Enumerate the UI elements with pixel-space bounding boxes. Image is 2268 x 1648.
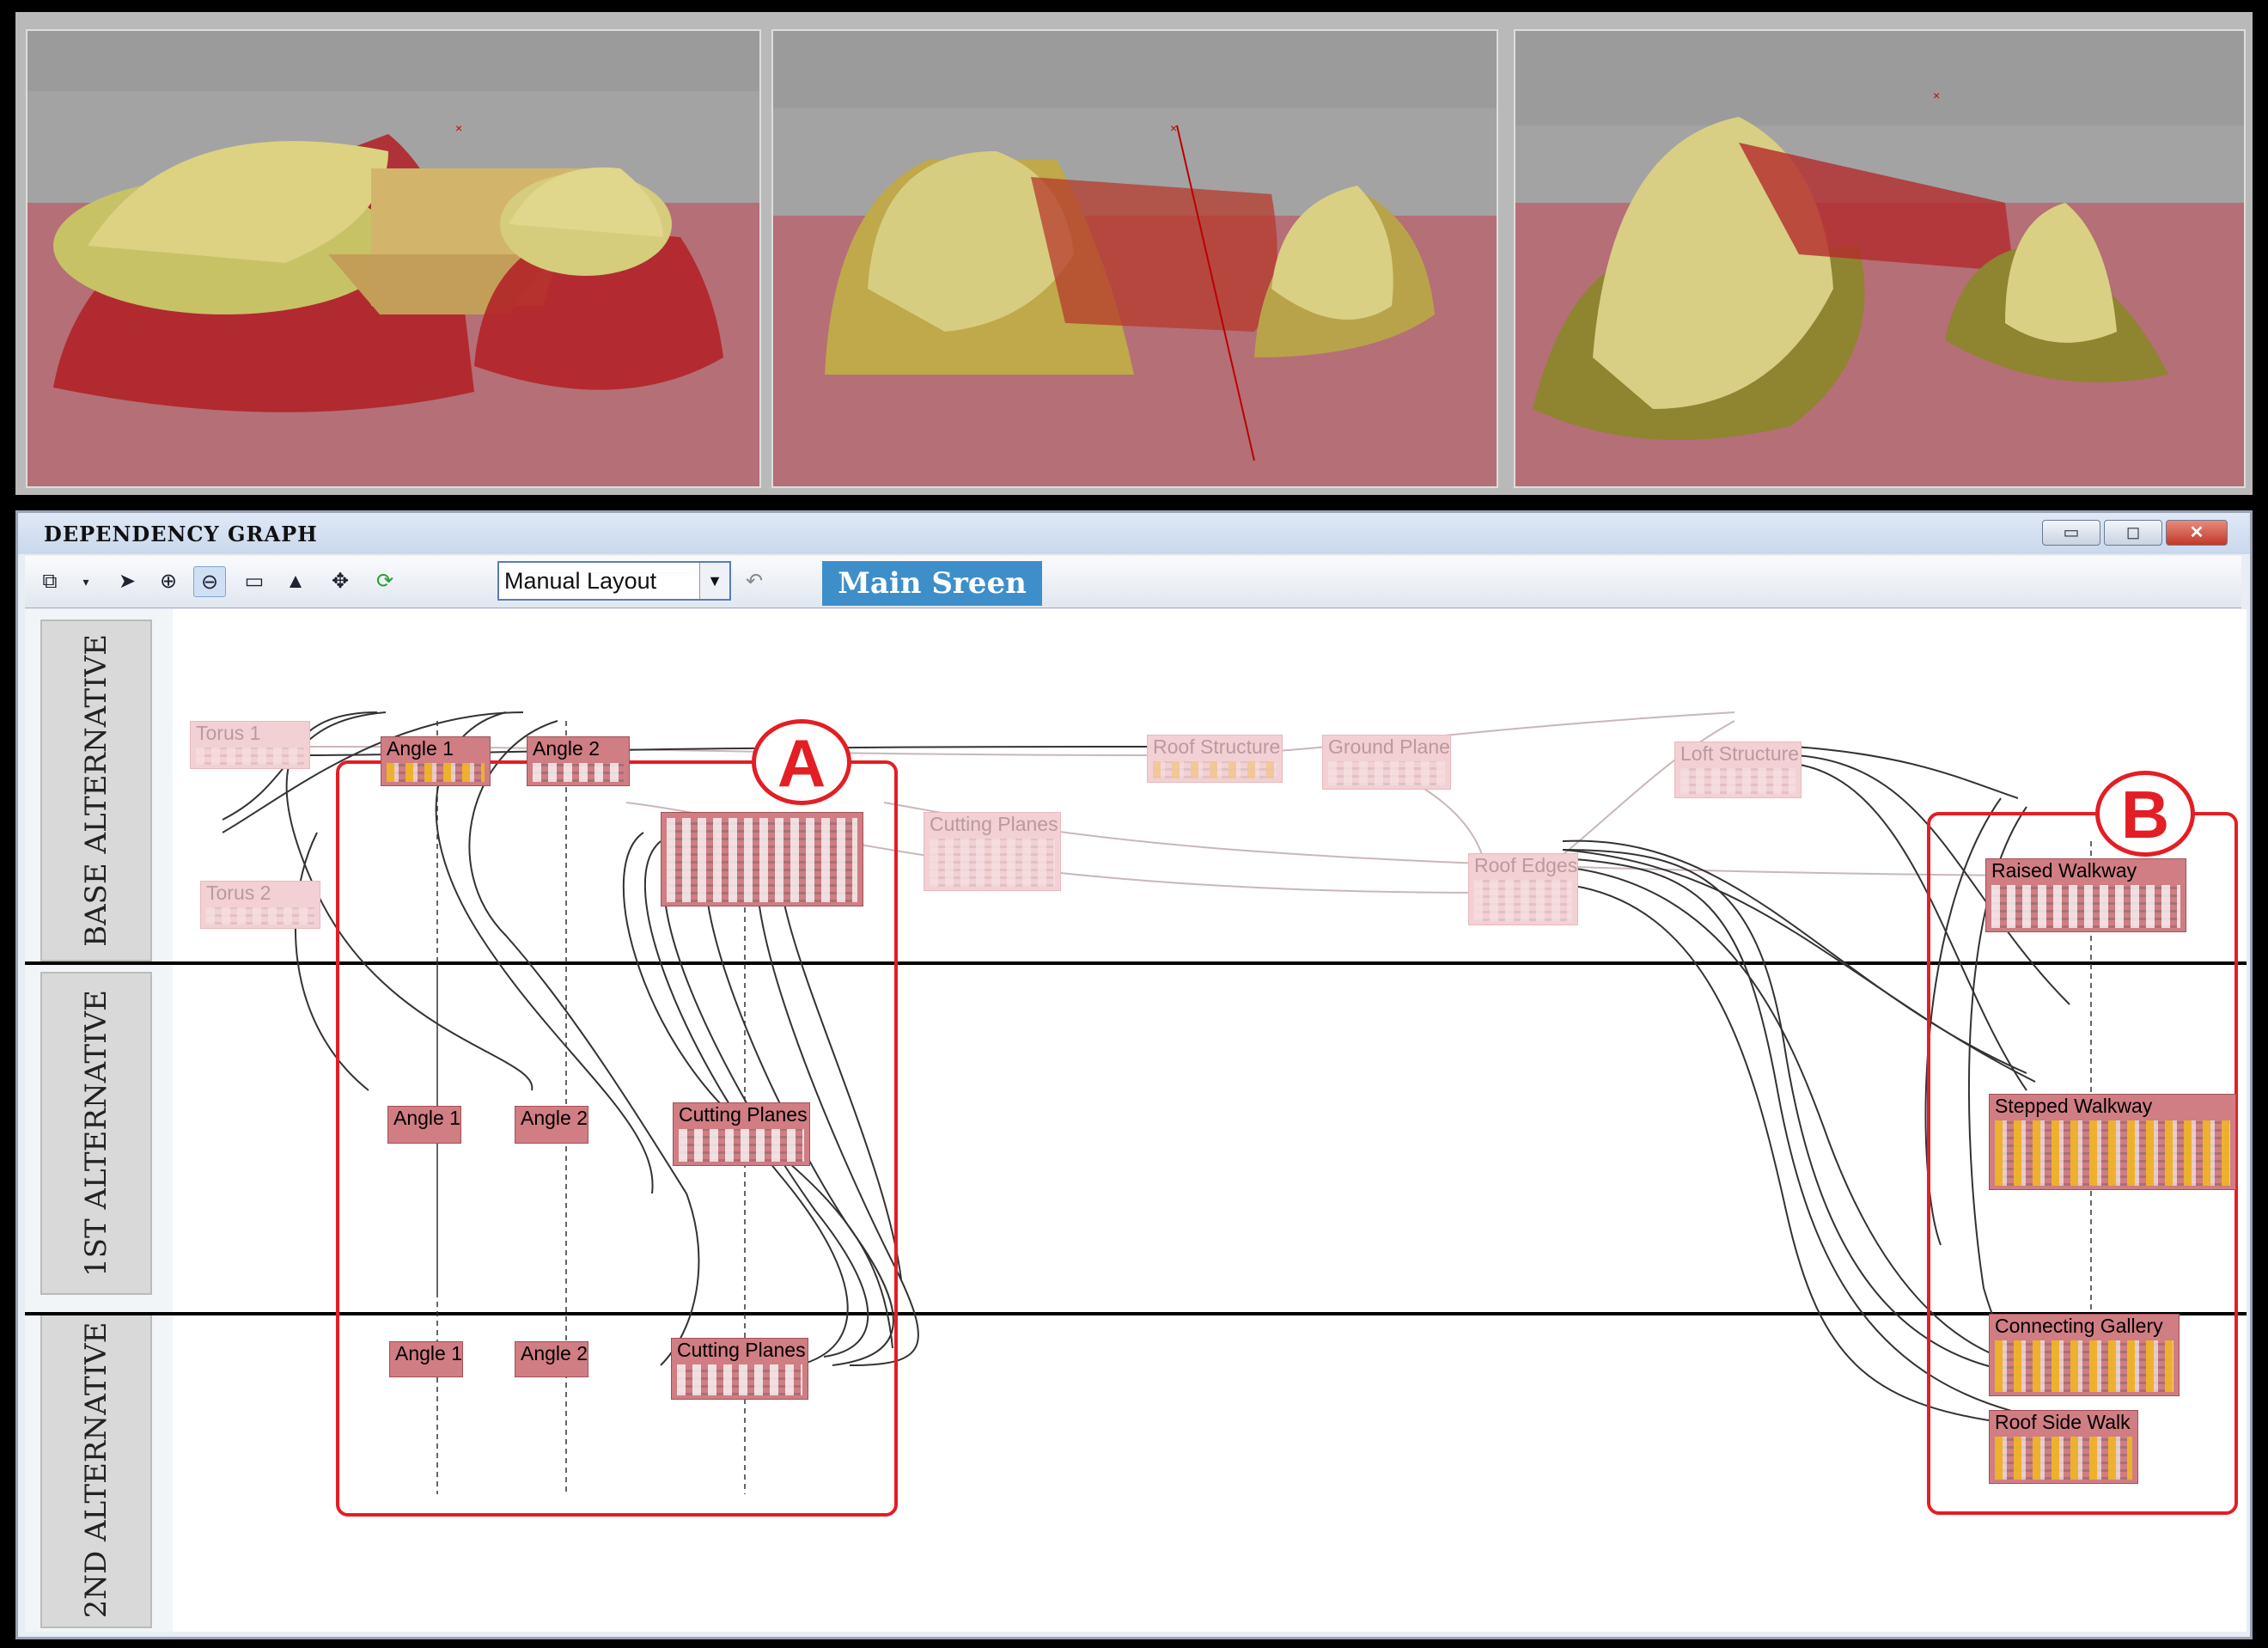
dropdown-chevron-icon[interactable]: ▾ xyxy=(70,566,102,597)
group-b-badge: B xyxy=(2095,771,2195,857)
node-torus-2[interactable]: Torus 2 xyxy=(200,881,320,929)
viewport-second-alternative[interactable]: × xyxy=(1514,29,2246,488)
layout-select-value: Manual Layout xyxy=(504,568,657,594)
svg-text:×: × xyxy=(455,121,462,135)
node-cutting-planes-base[interactable] xyxy=(661,812,863,906)
refresh-icon[interactable]: ⟳ xyxy=(369,566,401,597)
node-angle-1-1st[interactable]: Angle 1 xyxy=(387,1106,461,1144)
zoom-out-icon[interactable]: ⊖ xyxy=(193,566,226,597)
node-cutting-planes-faded[interactable]: Cutting Planes xyxy=(924,812,1061,891)
pointer-icon[interactable]: ➤ xyxy=(111,566,143,597)
node-angle-2-base[interactable]: Angle 2 xyxy=(527,736,630,786)
node-stepped-walkway[interactable]: Stepped Walkway xyxy=(1989,1094,2236,1190)
node-roof-structure[interactable]: Roof Structure xyxy=(1147,735,1283,783)
graph-canvas[interactable]: BASE ALTERNATIVE 1ST ALTERNATIVE 2ND ALT… xyxy=(25,609,2247,1632)
rectangle-icon[interactable]: ▭ xyxy=(238,566,271,597)
svg-text:×: × xyxy=(1933,89,1940,102)
node-roof-edges[interactable]: Roof Edges xyxy=(1468,853,1578,925)
layout-select[interactable]: Manual Layout ▼ xyxy=(497,561,731,601)
close-icon[interactable]: ✕ xyxy=(2166,520,2228,546)
node-angle-1-base[interactable]: Angle 1 xyxy=(381,736,491,786)
node-angle-2-1st[interactable]: Angle 2 xyxy=(515,1106,588,1144)
title-bar[interactable]: DEPENDENCY GRAPH ▭ ◻ ✕ xyxy=(18,513,2250,554)
node-roof-side-walk[interactable]: Roof Side Walk xyxy=(1989,1410,2138,1484)
node-view-icon[interactable]: ⧉ xyxy=(34,566,66,597)
node-ground-plane[interactable]: Ground Plane xyxy=(1322,735,1451,790)
toolbar: ⧉ ▾ ➤ ⊕ ⊖ ▭ ▲ ✥ ⟳ Manual Layout ▼ ↶ Main… xyxy=(25,556,2241,608)
undo-icon[interactable]: ↶ xyxy=(738,566,771,597)
node-torus-1[interactable]: Torus 1 xyxy=(190,721,310,769)
node-raised-walkway[interactable]: Raised Walkway xyxy=(1985,858,2186,932)
svg-text:×: × xyxy=(1170,121,1177,135)
viewport-base-alternative[interactable]: × xyxy=(26,29,761,488)
zoom-in-icon[interactable]: ⊕ xyxy=(152,566,185,597)
node-loft-structure[interactable]: Loft Structure xyxy=(1674,742,1802,798)
image-icon[interactable]: ▲ xyxy=(279,566,312,597)
dependency-graph-window: DEPENDENCY GRAPH ▭ ◻ ✕ ⧉ ▾ ➤ ⊕ ⊖ ▭ ▲ ✥ ⟳… xyxy=(15,510,2253,1639)
node-connecting-gallery[interactable]: Connecting Gallery xyxy=(1989,1314,2180,1396)
chevron-down-icon[interactable]: ▼ xyxy=(699,563,729,599)
network-icon[interactable]: ✥ xyxy=(324,566,357,597)
node-cutting-planes-1st[interactable]: Cutting Planes xyxy=(673,1102,810,1166)
group-a-badge: A xyxy=(752,719,851,805)
node-cutting-planes-2nd[interactable]: Cutting Planes xyxy=(671,1338,808,1400)
node-angle-1-2nd[interactable]: Angle 1 xyxy=(389,1341,463,1377)
restore-icon[interactable]: ◻ xyxy=(2104,520,2162,546)
node-angle-2-2nd[interactable]: Angle 2 xyxy=(515,1341,588,1377)
window-title: DEPENDENCY GRAPH xyxy=(44,522,318,546)
minimize-icon[interactable]: ▭ xyxy=(2042,520,2100,546)
model-viewports: × × × xyxy=(15,12,2253,495)
viewport-first-alternative[interactable]: × xyxy=(771,29,1498,488)
tab-main-screen[interactable]: Main Sreen xyxy=(822,561,1042,606)
